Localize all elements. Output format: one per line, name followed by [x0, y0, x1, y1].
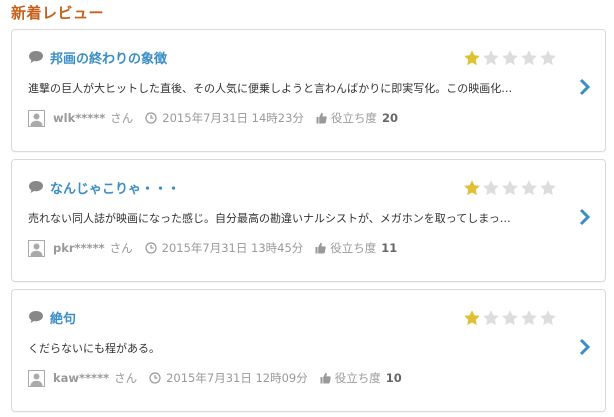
username: wlk***** — [53, 111, 106, 125]
username: kaw***** — [53, 371, 110, 385]
chevron-right-icon[interactable] — [579, 338, 591, 356]
review-meta: wlk***** さん 2015年7月31日 14時23分 役立ち度 20 — [28, 109, 398, 127]
review-title-link[interactable]: なんじゃこりゃ・・・ — [50, 178, 180, 197]
username-suffix: さん — [110, 111, 134, 125]
star-empty-icon — [502, 50, 518, 66]
helpful-count: 20 — [381, 111, 398, 125]
star-empty-icon — [521, 180, 537, 196]
chevron-right-icon[interactable] — [579, 78, 591, 96]
star-empty-icon — [521, 50, 537, 66]
review-title-link[interactable]: 邦画の終わりの象徴 — [50, 48, 167, 67]
speech-bubble-icon — [29, 51, 43, 63]
username-suffix: さん — [114, 371, 138, 385]
review-meta: pkr***** さん 2015年7月31日 13時45分 役立ち度 11 — [28, 239, 397, 257]
username-suffix: さん — [109, 241, 133, 255]
star-rating — [462, 179, 557, 196]
avatar — [28, 239, 45, 257]
review-title-link[interactable]: 絶句 — [50, 308, 76, 327]
star-empty-icon — [540, 180, 556, 196]
review-title-row: なんじゃこりゃ・・・ — [28, 178, 180, 197]
thumbs-up-icon — [315, 242, 326, 254]
avatar — [28, 369, 45, 387]
review-date: 2015年7月31日 13時45分 — [161, 241, 304, 255]
review-card[interactable]: 邦画の終わりの象徴 進撃の巨人が大ヒットした直後、その人気に便乗しようと言わんば… — [11, 29, 606, 152]
section-title: 新着レビュー — [11, 4, 105, 22]
helpful-count: 10 — [385, 371, 402, 385]
review-meta: kaw***** さん 2015年7月31日 12時09分 役立ち度 10 — [28, 369, 402, 387]
review-date: 2015年7月31日 12時09分 — [166, 371, 308, 385]
star-filled-icon — [464, 310, 480, 326]
star-rating — [462, 49, 557, 66]
star-empty-icon — [502, 180, 518, 196]
star-filled-icon — [464, 180, 480, 196]
helpful-label: 役立ち度 — [334, 371, 381, 385]
review-card[interactable]: 絶句 くだらないにも程がある。 kaw***** さん 2015年7月31日 1… — [11, 289, 606, 412]
speech-bubble-icon — [29, 181, 43, 193]
star-empty-icon — [483, 50, 499, 66]
review-card[interactable]: なんじゃこりゃ・・・ 売れない同人誌が映画になった感じ。自分最高の勘違いナルシス… — [11, 159, 606, 282]
speech-bubble-icon — [29, 311, 43, 323]
clock-icon — [149, 372, 161, 384]
thumbs-up-icon — [320, 372, 331, 384]
helpful-count: 11 — [381, 241, 398, 255]
star-empty-icon — [483, 180, 499, 196]
avatar — [28, 109, 45, 127]
review-title-row: 絶句 — [28, 308, 76, 327]
star-empty-icon — [540, 50, 556, 66]
star-filled-icon — [464, 50, 480, 66]
chevron-right-icon[interactable] — [579, 208, 591, 226]
star-empty-icon — [483, 310, 499, 326]
clock-icon — [145, 242, 157, 254]
helpful-label: 役立ち度 — [330, 111, 377, 125]
review-excerpt: 売れない同人誌が映画になった感じ。自分最高の勘違いナルシストが、メガホンを取って… — [28, 212, 511, 225]
clock-icon — [145, 112, 157, 124]
review-excerpt: 進撃の巨人が大ヒットした直後、その人気に便乗しようと言わんばかりに即実写化。この… — [28, 82, 513, 95]
star-empty-icon — [540, 310, 556, 326]
review-date: 2015年7月31日 14時23分 — [162, 111, 304, 125]
username: pkr***** — [53, 241, 105, 255]
star-rating — [462, 309, 557, 326]
thumbs-up-icon — [316, 112, 327, 124]
helpful-label: 役立ち度 — [330, 241, 377, 255]
review-title-row: 邦画の終わりの象徴 — [28, 48, 167, 67]
review-excerpt: くだらないにも程がある。 — [28, 342, 160, 355]
star-empty-icon — [521, 310, 537, 326]
star-empty-icon — [502, 310, 518, 326]
